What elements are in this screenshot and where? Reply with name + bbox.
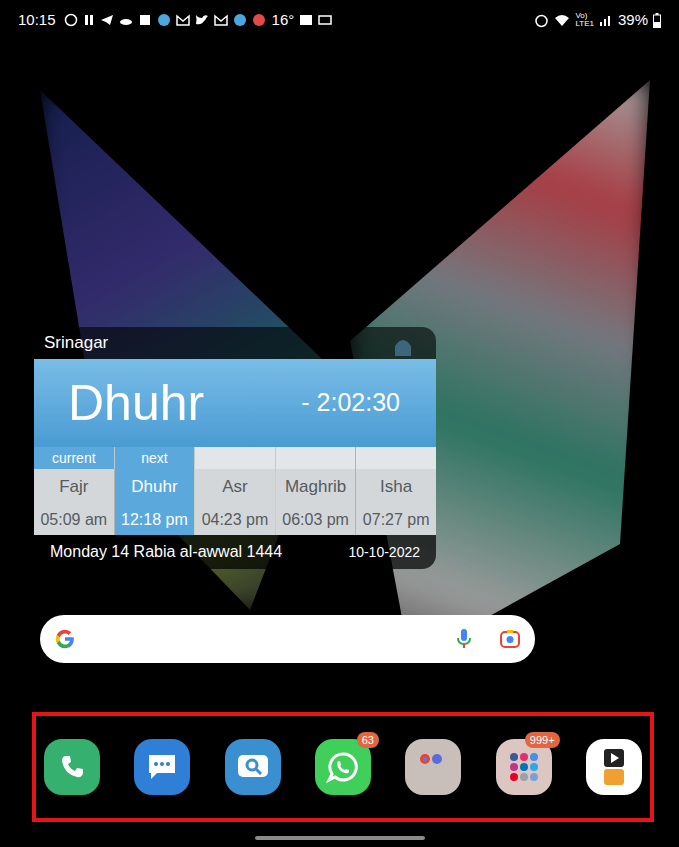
prayer-tag	[195, 447, 275, 469]
dock-app[interactable]	[586, 739, 642, 795]
news-icon	[138, 13, 152, 27]
wifi-icon	[554, 13, 570, 27]
google-search-bar[interactable]	[40, 615, 535, 663]
gmail-icon	[176, 13, 190, 27]
dock-app[interactable]: 999+	[496, 739, 552, 795]
home-screen: 10:15 16° Vo)	[0, 0, 679, 847]
prayer-tag: next	[115, 447, 195, 469]
app-icon	[233, 13, 247, 27]
app-icon	[252, 13, 266, 27]
dock: 63 999+	[32, 712, 654, 822]
prayer-time-cell: 05:09 am	[34, 505, 114, 535]
clock: 10:15	[18, 9, 56, 32]
pause-icon	[83, 13, 95, 27]
notification-badge: 999+	[525, 732, 560, 748]
temperature: 16°	[272, 9, 295, 32]
chat-bubble-icon	[145, 751, 179, 783]
prayer-tag: current	[34, 447, 114, 469]
widget-footer: Monday 14 Rabia al-awwal 1444 10-10-2022	[34, 535, 436, 569]
widget-header: Srinagar	[34, 327, 436, 359]
gallery-icon	[299, 13, 313, 27]
signal-icon	[599, 13, 613, 27]
prayer-time-cell: 12:18 pm	[115, 505, 195, 535]
cloud-icon	[119, 13, 133, 27]
whatsapp-icon	[64, 13, 78, 27]
telegram-icon	[100, 13, 114, 27]
alarm-icon	[534, 13, 549, 28]
google-logo-icon	[54, 628, 76, 650]
prayer-name-cell: Fajr	[34, 469, 114, 505]
dock-app[interactable]	[225, 739, 281, 795]
gregorian-date: 10-10-2022	[348, 542, 420, 563]
battery-level: 39%	[618, 9, 648, 32]
prayer-times-widget[interactable]: SrinagarDhuhr- 2:02:30currentnextFajrDhu…	[34, 327, 436, 569]
id-icon	[318, 13, 332, 27]
social-folder-icon	[506, 749, 542, 785]
phone-icon	[57, 752, 87, 782]
countdown: - 2:02:30	[301, 384, 436, 422]
prayer-name-cell: Dhuhr	[115, 469, 195, 505]
magnifier-icon	[236, 752, 270, 782]
prayer-tag	[356, 447, 436, 469]
prayer-time-cell: 07:27 pm	[356, 505, 436, 535]
prayer-time-cell: 06:03 pm	[276, 505, 356, 535]
status-bar: 10:15 16° Vo)	[0, 0, 679, 40]
prayer-name-cell: Isha	[356, 469, 436, 505]
video-player-icon	[596, 747, 632, 787]
navigation-handle[interactable]	[255, 836, 425, 840]
dock-app[interactable]: 63	[315, 739, 371, 795]
mosque-icon	[390, 330, 416, 356]
notification-badge: 63	[357, 732, 379, 748]
prayer-time-cell: 04:23 pm	[195, 505, 275, 535]
city-label: Srinagar	[44, 330, 108, 356]
dock-app[interactable]	[405, 739, 461, 795]
prayer-table: currentnextFajrDhuhrAsrMaghribIsha 05:09 …	[34, 447, 436, 535]
countdown-band: Dhuhr - 2:02:30	[34, 359, 436, 447]
next-prayer-name: Dhuhr	[34, 378, 204, 428]
whatsapp-icon	[326, 750, 360, 784]
gmail-icon	[214, 13, 228, 27]
prayer-name-cell: Asr	[195, 469, 275, 505]
dock-app[interactable]	[44, 739, 100, 795]
dock-app[interactable]	[134, 739, 190, 795]
battery-icon	[653, 13, 661, 28]
volte-label: Vo)	[575, 12, 594, 20]
prayer-tag	[276, 447, 356, 469]
lens-icon[interactable]	[499, 628, 521, 650]
prayer-name-cell: Maghrib	[276, 469, 356, 505]
microphone-icon[interactable]	[455, 628, 473, 650]
lte-label: LTE1	[575, 20, 594, 28]
twitter-icon	[195, 13, 209, 27]
hijri-date: Monday 14 Rabia al-awwal 1444	[50, 540, 282, 564]
app-folder-icon	[415, 749, 451, 785]
app-icon	[157, 13, 171, 27]
